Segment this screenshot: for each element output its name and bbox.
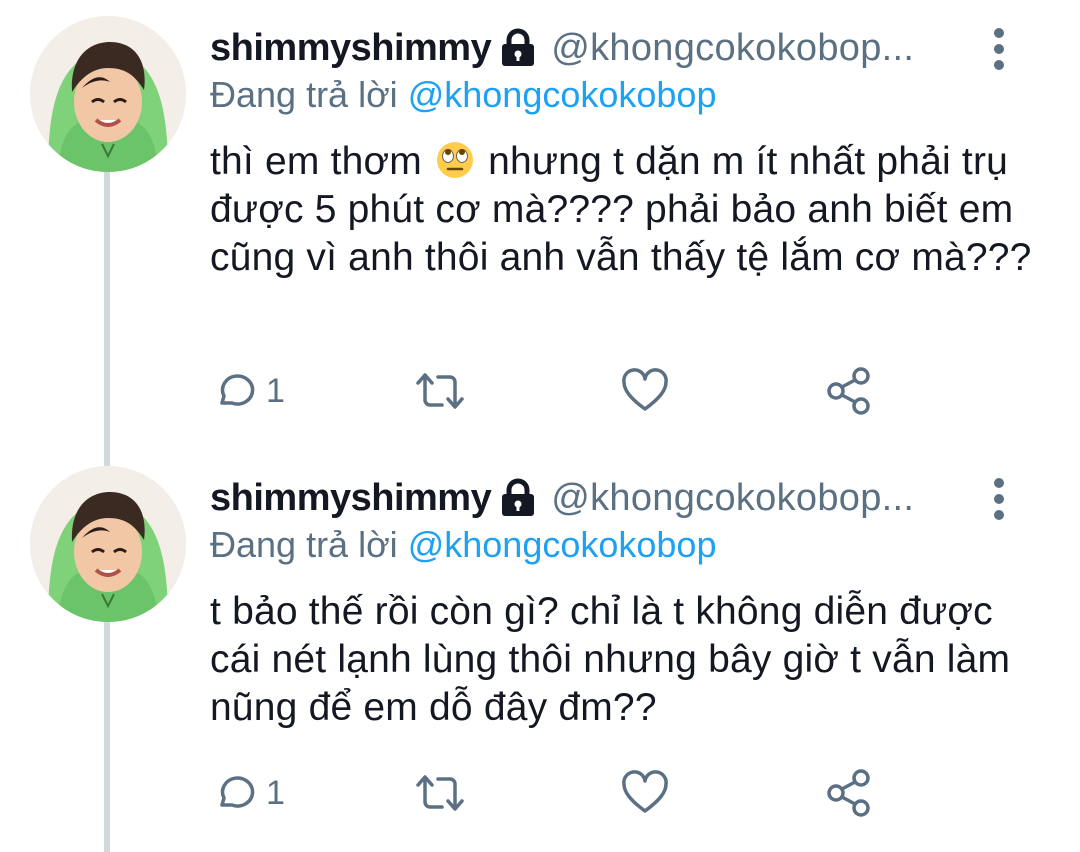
avatar[interactable] <box>30 16 186 172</box>
replying-to-mention[interactable]: @khongcokokobop <box>408 524 717 565</box>
display-name[interactable]: shimmyshimmy <box>210 477 492 520</box>
tweet-1[interactable]: shimmyshimmy @khongcokokobop... Đang trả… <box>0 0 1080 450</box>
avatar[interactable] <box>30 466 186 622</box>
replying-to-label: Đang trả lời <box>210 524 398 565</box>
more-vertical-icon[interactable] <box>988 476 1010 522</box>
user-handle[interactable]: @khongcokokobop... <box>551 27 914 70</box>
retweet-icon <box>416 373 464 409</box>
tweet-text: thì em thơm nhưng t dặn m ít nhất phải t… <box>210 138 1040 282</box>
share-button[interactable] <box>824 768 874 818</box>
more-vertical-icon[interactable] <box>988 26 1010 72</box>
tweet-header: shimmyshimmy @khongcokokobop... <box>210 24 914 72</box>
reply-bubble-icon <box>220 374 255 406</box>
tweet-2[interactable]: shimmyshimmy @khongcokokobop... Đang trả… <box>0 450 1080 852</box>
share-icon <box>827 367 870 415</box>
reply-button[interactable]: 1 <box>214 768 285 818</box>
heart-icon <box>622 770 668 813</box>
replying-to-label: Đang trả lời <box>210 74 398 115</box>
lock-icon <box>499 28 537 68</box>
display-name[interactable]: shimmyshimmy <box>210 27 492 70</box>
reply-count: 1 <box>266 371 285 410</box>
face-with-rolling-eyes-icon <box>435 140 475 180</box>
replying-to: Đang trả lời @khongcokokobop <box>210 524 716 566</box>
lock-icon <box>499 478 537 518</box>
user-handle[interactable]: @khongcokokobop... <box>551 477 914 520</box>
tweet-actions: 1 <box>210 366 910 416</box>
retweet-icon <box>416 775 464 811</box>
tweet-header: shimmyshimmy @khongcokokobop... <box>210 474 914 522</box>
heart-icon <box>622 368 668 411</box>
reply-count: 1 <box>266 773 285 812</box>
share-icon <box>827 769 870 817</box>
replying-to: Đang trả lời @khongcokokobop <box>210 74 716 116</box>
reply-button[interactable]: 1 <box>214 366 285 416</box>
replying-to-mention[interactable]: @khongcokokobop <box>408 74 717 115</box>
avatar-image <box>30 466 186 622</box>
reply-bubble-icon <box>220 776 255 808</box>
avatar-image <box>30 16 186 172</box>
like-button[interactable] <box>620 768 670 818</box>
tweet-text: t bảo thế rồi còn gì? chỉ là t không diễ… <box>210 590 1011 729</box>
retweet-button[interactable] <box>412 768 468 818</box>
like-button[interactable] <box>620 366 670 416</box>
share-button[interactable] <box>824 366 874 416</box>
retweet-button[interactable] <box>412 366 468 416</box>
tweet-actions: 1 <box>210 768 910 818</box>
tweet-text-part: thì em thơm <box>210 140 422 183</box>
